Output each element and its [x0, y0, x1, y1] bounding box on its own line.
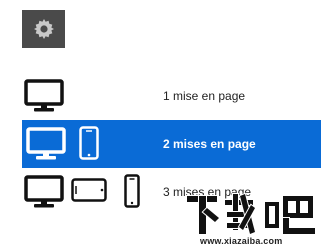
watermark-url: www.xiazaiba.com [200, 236, 283, 246]
layout-option-1[interactable]: 1 mise en page [0, 72, 321, 120]
phone-icon [124, 174, 140, 208]
monitor-icon [24, 175, 64, 208]
layout-option-label: 2 mises en page [163, 137, 256, 151]
tablet-portrait-icon [79, 126, 99, 160]
settings-button[interactable] [22, 10, 65, 48]
monitor-icon [26, 127, 66, 160]
gear-icon [33, 19, 54, 39]
monitor-icon [24, 79, 64, 112]
layout-option-2[interactable]: 2 mises en page [22, 120, 321, 168]
tablet-landscape-icon [71, 178, 107, 202]
layout-option-label: 1 mise en page [163, 89, 246, 103]
